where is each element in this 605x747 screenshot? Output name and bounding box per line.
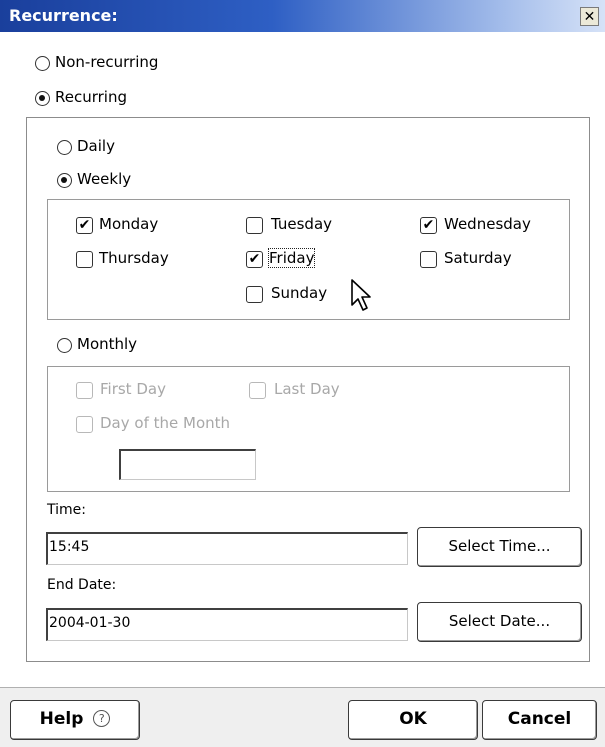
select-date-button[interactable]: Select Date... <box>417 602 582 642</box>
help-icon: ? <box>93 710 111 727</box>
saturday-checkbox[interactable] <box>420 251 437 268</box>
non-recurring-label: Non-recurring <box>55 53 159 71</box>
weekly-label: Weekly <box>77 170 132 188</box>
mouse-cursor-icon <box>351 279 371 311</box>
wednesday-label: Wednesday <box>444 215 531 233</box>
thursday-label: Thursday <box>99 249 169 267</box>
daily-label: Daily <box>77 137 115 155</box>
first-day-label: First Day <box>100 380 166 398</box>
end-date-label: End Date: <box>47 577 117 593</box>
sunday-checkbox[interactable] <box>246 286 263 303</box>
dialog-title: Recurrence: <box>9 6 118 25</box>
first-day-checkbox[interactable] <box>76 382 93 399</box>
select-time-button[interactable]: Select Time... <box>417 527 582 567</box>
last-day-label: Last Day <box>274 380 340 398</box>
weekly-radio[interactable] <box>57 173 72 188</box>
wednesday-checkbox[interactable]: ✔ <box>420 217 437 234</box>
daily-radio[interactable] <box>57 140 72 155</box>
day-of-month-input[interactable] <box>119 449 256 480</box>
time-label: Time: <box>47 502 86 518</box>
non-recurring-radio[interactable] <box>35 56 50 71</box>
sunday-label: Sunday <box>271 284 328 302</box>
day-of-month-label: Day of the Month <box>100 414 231 432</box>
friday-checkbox[interactable]: ✔ <box>246 251 263 268</box>
close-button[interactable]: ✕ <box>580 7 599 26</box>
thursday-checkbox[interactable] <box>76 251 93 268</box>
time-input[interactable]: 15:45 <box>46 532 408 565</box>
day-of-month-checkbox[interactable] <box>76 416 93 433</box>
recurring-label: Recurring <box>55 88 127 106</box>
cancel-button[interactable]: Cancel <box>482 700 597 740</box>
monthly-label: Monthly <box>77 335 138 353</box>
end-date-input[interactable]: 2004-01-30 <box>46 608 408 641</box>
tuesday-checkbox[interactable] <box>246 217 263 234</box>
monday-checkbox[interactable]: ✔ <box>76 217 93 234</box>
help-button[interactable]: Help ? <box>10 700 140 740</box>
monday-label: Monday <box>99 215 159 233</box>
monthly-radio[interactable] <box>57 338 72 353</box>
friday-label: Friday <box>267 248 316 268</box>
last-day-checkbox[interactable] <box>249 382 266 399</box>
help-button-label: Help <box>39 709 84 729</box>
ok-button[interactable]: OK <box>348 700 478 740</box>
close-icon: ✕ <box>583 9 596 25</box>
recurring-radio[interactable] <box>35 91 50 106</box>
saturday-label: Saturday <box>444 249 512 267</box>
tuesday-label: Tuesday <box>271 215 333 233</box>
